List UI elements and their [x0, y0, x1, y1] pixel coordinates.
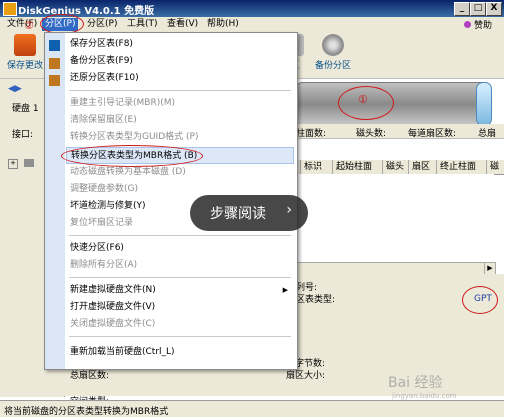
- menu-item-backup-table[interactable]: 备份分区表(F9): [66, 53, 294, 70]
- maximize-button[interactable]: □: [470, 2, 486, 16]
- menu-item-new-virtual-disk[interactable]: 新建虚拟硬盘文件(N) ▶: [66, 282, 294, 299]
- interface-label: 接口:: [12, 130, 34, 140]
- menu-help[interactable]: 帮助(H): [204, 18, 242, 31]
- disk-bar-cap: [476, 82, 492, 126]
- menu-tools[interactable]: 工具(T): [124, 18, 161, 31]
- total-sectors-label: 总扇: [478, 129, 497, 139]
- menu-item-convert-guid[interactable]: 转换分区表类型为GUID格式 (P): [66, 129, 294, 146]
- step-reading-label: 步骤阅读: [210, 206, 266, 222]
- nav-arrows-icon[interactable]: ◀▶: [8, 84, 22, 94]
- minimize-button[interactable]: _: [454, 2, 470, 16]
- menu-separator: [69, 277, 291, 278]
- scroll-right-icon[interactable]: ▶: [484, 263, 495, 274]
- menu-separator: [69, 235, 291, 236]
- backup-label: 备份分区: [314, 61, 351, 71]
- watermark-text: Bai 经验: [388, 375, 443, 391]
- menu-file[interactable]: 文件(F): [4, 18, 40, 31]
- save-changes-button[interactable]: 保存更改: [2, 34, 48, 71]
- menu-item-dynamic-to-basic[interactable]: 动态磁盘转换为基本磁盘 (D): [66, 164, 294, 181]
- save-table-icon: [49, 40, 60, 51]
- col-sector[interactable]: 扇区: [408, 160, 430, 174]
- tree-expand-icon[interactable]: +: [8, 159, 18, 169]
- annotation-step1: ①: [358, 93, 368, 106]
- backup-partition-button[interactable]: 备份分区: [310, 34, 356, 71]
- menu-item-save-table[interactable]: 保存分区表(F8): [66, 36, 294, 53]
- sponsor-label: 赞助: [473, 21, 492, 31]
- menu-item-rebuild-mbr[interactable]: 重建主引导记录(MBR)(M): [66, 95, 294, 112]
- menu-item-delete-all[interactable]: 删除所有分区(A): [66, 257, 294, 274]
- annotation-ellipse-menu: [40, 14, 84, 34]
- heads-label: 磁头数:: [356, 129, 387, 139]
- step-reading-button[interactable]: 步骤阅读 ›: [190, 195, 308, 231]
- menu-item-quick-partition[interactable]: 快速分区(F6): [66, 240, 294, 257]
- annotation-ellipse-gpt: [462, 286, 498, 314]
- menu-separator: [69, 336, 291, 337]
- title-bar: DiskGenius V4.0.1 免费版 _ □ X: [0, 0, 504, 17]
- status-bar: 将当前磁盘的分区表类型转换为MBR格式: [0, 400, 504, 417]
- save-icon: [14, 34, 36, 56]
- sponsor-icon: [463, 21, 471, 28]
- new-virtual-disk-label: 新建虚拟硬盘文件(N): [70, 285, 156, 295]
- menu-item-clear-reserved[interactable]: 清除保留扇区(E): [66, 112, 294, 129]
- col-start-cylinder[interactable]: 起始柱面: [332, 160, 372, 174]
- col-end-cylinder[interactable]: 终止柱面: [436, 160, 476, 174]
- col-head[interactable]: 磁头: [382, 160, 404, 174]
- status-text: 将当前磁盘的分区表类型转换为MBR格式: [4, 407, 169, 417]
- menu-item-close-virtual-disk[interactable]: 关闭虚拟硬盘文件(C): [66, 316, 294, 333]
- backup-table-icon: [49, 58, 60, 69]
- close-button[interactable]: X: [486, 2, 502, 16]
- restore-table-icon: [49, 75, 60, 86]
- backup-icon: [322, 34, 344, 56]
- chevron-right-icon: ›: [286, 202, 292, 218]
- menu-item-restore-table[interactable]: 还原分区表(F10): [66, 70, 294, 87]
- cylinders-label: 柱面数:: [296, 129, 327, 139]
- col-id[interactable]: 标识: [300, 160, 322, 174]
- col-disk[interactable]: 磁: [486, 160, 499, 174]
- partition-table-type-label: 区表类型:: [296, 295, 336, 305]
- sponsor-link[interactable]: 赞助: [463, 18, 492, 31]
- disk-icon: [24, 159, 34, 167]
- watermark-subtext: jingyan.baidu.com: [392, 392, 457, 400]
- annotation-step2: ②: [24, 19, 34, 32]
- window-title: DiskGenius V4.0.1 免费版: [18, 6, 155, 17]
- menu-separator: [69, 90, 291, 91]
- sectors-per-track-label: 每道扇区数:: [408, 129, 457, 139]
- menu-item-reload-disk[interactable]: 重新加载当前硬盘(Ctrl_L): [66, 344, 294, 361]
- app-icon: [3, 2, 17, 16]
- menu-partition[interactable]: 分区(P): [84, 18, 120, 31]
- disk-label: 硬盘 1: [12, 104, 39, 114]
- menu-view[interactable]: 查看(V): [164, 18, 201, 31]
- menu-item-open-virtual-disk[interactable]: 打开虚拟硬盘文件(V): [66, 299, 294, 316]
- save-label: 保存更改: [6, 61, 43, 71]
- submenu-arrow-icon: ▶: [282, 286, 288, 294]
